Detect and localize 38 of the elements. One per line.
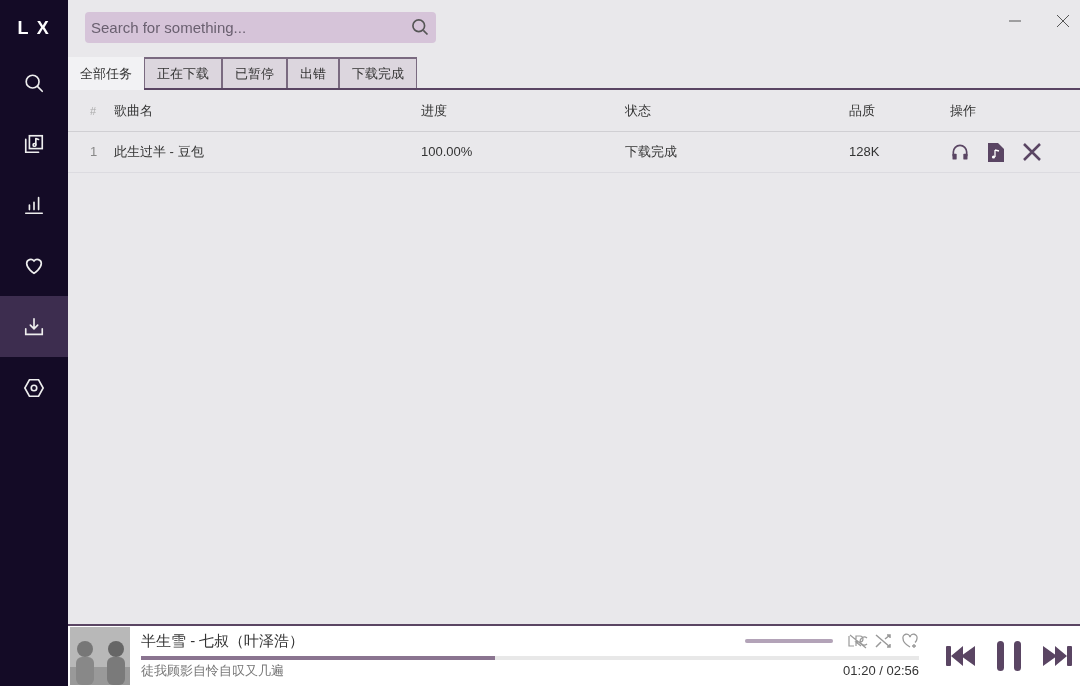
volume-slider[interactable]: [745, 639, 833, 643]
column-header: 操作: [950, 102, 976, 118]
time-display: 01:20 / 02:56: [843, 662, 919, 681]
music-note-icon: [23, 132, 45, 155]
lyrics-off-icon[interactable]: [847, 633, 869, 649]
table-cell: 100.00%: [421, 144, 473, 160]
column-header: 状态: [625, 102, 651, 118]
song-title: 半生雪 - 七叔（叶泽浩）: [141, 630, 305, 651]
table-cell: 128K: [849, 144, 880, 160]
heart-plus-icon[interactable]: [901, 633, 919, 649]
pause-icon[interactable]: [996, 641, 1022, 671]
search-field[interactable]: Search for something...: [85, 12, 436, 43]
close-icon[interactable]: [1022, 142, 1042, 162]
column-header: #: [90, 104, 97, 117]
search-icon[interactable]: [410, 17, 430, 37]
tab[interactable]: 下载完成: [339, 57, 417, 88]
tab[interactable]: 全部任务: [68, 57, 144, 90]
column-header: 进度: [421, 102, 447, 118]
download-icon: [23, 315, 45, 338]
table-cell: 此生过半 - 豆包: [114, 144, 204, 160]
close-icon[interactable]: [1056, 14, 1070, 28]
tab[interactable]: 正在下载: [144, 57, 222, 88]
tab[interactable]: 已暂停: [222, 57, 287, 88]
search-icon: [23, 71, 45, 94]
shuffle-icon[interactable]: [875, 633, 893, 649]
column-header: 歌曲名: [114, 102, 153, 118]
row-number: 1: [90, 144, 98, 160]
next-icon[interactable]: [1042, 645, 1072, 667]
settings-icon: [23, 376, 45, 399]
column-header: 品质: [849, 102, 875, 118]
headphones-icon[interactable]: [950, 142, 970, 162]
progress-bar[interactable]: [141, 656, 919, 660]
previous-icon[interactable]: [946, 645, 976, 667]
tab[interactable]: 出错: [287, 57, 339, 88]
table-cell: 下载完成: [625, 144, 677, 160]
lyric-line: 徒我顾影自怜自叹又几遍: [141, 662, 284, 681]
app-logo: L X: [17, 17, 51, 40]
music-file-icon[interactable]: [988, 142, 1004, 162]
